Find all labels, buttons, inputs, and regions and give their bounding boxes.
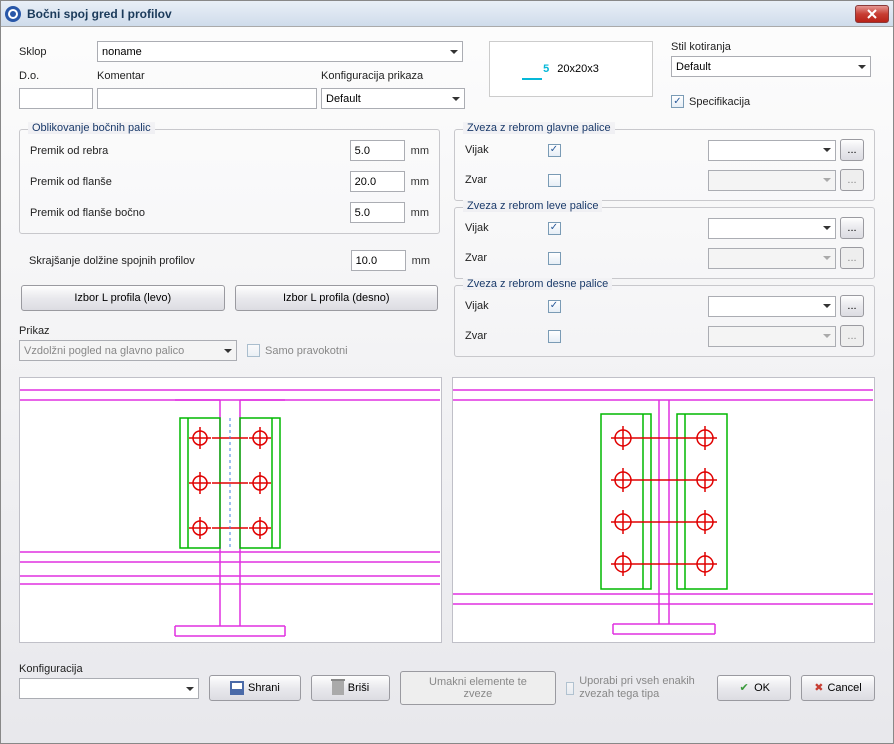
oblikovanje-legend: Oblikovanje bočnih palic <box>28 122 155 134</box>
flanse-label: Premik od flanše <box>30 176 350 188</box>
flanse-bocno-input[interactable] <box>350 202 405 223</box>
flanse-unit: mm <box>411 176 429 188</box>
chevron-down-icon <box>823 304 831 308</box>
leve-vijak-combo[interactable] <box>708 218 836 239</box>
window-title: Bočni spoj gred I profilov <box>27 7 855 21</box>
skrajsanje-input[interactable] <box>351 250 406 271</box>
trash-icon <box>332 681 344 695</box>
umakni-button: Umakni elemente te zveze <box>400 671 555 705</box>
titlebar: Bočni spoj gred I profilov <box>1 1 893 27</box>
preview-right <box>452 377 875 643</box>
leve-vijak-more[interactable]: ... <box>840 217 864 239</box>
chevron-down-icon <box>823 256 831 260</box>
desne-vijak-combo[interactable] <box>708 296 836 317</box>
oblikovanje-group: Oblikovanje bočnih palic Premik od rebra… <box>19 129 440 234</box>
stil-combo[interactable]: Default <box>671 56 871 77</box>
glavne-vijak-check[interactable] <box>548 144 561 157</box>
desne-zvar-more: ... <box>840 325 864 347</box>
specifikacija-check[interactable] <box>671 95 684 108</box>
do-input[interactable] <box>19 88 93 109</box>
profile-info: 5 20x20x3 <box>489 41 653 97</box>
sklop-label: Sklop <box>19 46 97 58</box>
prikaz-combo: Vzdolžni pogled na glavno palico <box>19 340 237 361</box>
preview-left <box>19 377 442 643</box>
sklop-combo[interactable]: noname <box>97 41 463 62</box>
glavne-zvar-more: ... <box>840 169 864 191</box>
chevron-down-icon <box>450 50 458 54</box>
leve-vijak-label: Vijak <box>465 222 533 234</box>
glavne-zvar-label: Zvar <box>465 174 533 186</box>
uporabi-label: Uporabi pri vseh enakih zvezah tega tipa <box>579 675 697 701</box>
specifikacija-label: Specifikacija <box>689 96 750 108</box>
glavne-vijak-label: Vijak <box>465 144 533 156</box>
rebra-label: Premik od rebra <box>30 145 350 157</box>
chevron-down-icon <box>823 334 831 338</box>
glavne-zvar-combo <box>708 170 836 191</box>
stil-label: Stil kotiranja <box>671 41 875 53</box>
konf-prikaza-label: Konfiguracija prikaza <box>321 70 423 82</box>
komentar-input[interactable] <box>97 88 317 109</box>
conn-leve-group: Zveza z rebrom leve palice Vijak ... Zva… <box>454 207 875 279</box>
izbor-desno-button[interactable]: Izbor L profila (desno) <box>235 285 439 311</box>
cancel-icon: ✖ <box>814 681 823 695</box>
desne-zvar-check[interactable] <box>548 330 561 343</box>
izbor-levo-button[interactable]: Izbor L profila (levo) <box>21 285 225 311</box>
chevron-down-icon <box>823 148 831 152</box>
ok-icon: ✔ <box>738 681 750 695</box>
glavne-vijak-more[interactable]: ... <box>840 139 864 161</box>
save-icon <box>230 681 244 695</box>
pravokotni-check <box>247 344 260 357</box>
flanse-bocno-label: Premik od flanše bočno <box>30 207 350 219</box>
rebra-input[interactable] <box>350 140 405 161</box>
app-icon <box>5 6 21 22</box>
conn-leve-legend: Zveza z rebrom leve palice <box>463 200 602 212</box>
profile-size: 20x20x3 <box>557 63 599 75</box>
close-button[interactable] <box>855 5 889 23</box>
conn-glavne-legend: Zveza z rebrom glavne palice <box>463 122 615 134</box>
glavne-vijak-combo[interactable] <box>708 140 836 161</box>
pravokotni-label: Samo pravokotni <box>265 345 348 357</box>
leve-vijak-check[interactable] <box>548 222 561 235</box>
konf-prikaza-value: Default <box>326 93 361 105</box>
conn-desne-group: Zveza z rebrom desne palice Vijak ... Zv… <box>454 285 875 357</box>
chevron-down-icon <box>224 349 232 353</box>
cancel-button[interactable]: ✖Cancel <box>801 675 875 701</box>
flanse-bocno-unit: mm <box>411 207 429 219</box>
chevron-down-icon <box>186 687 194 691</box>
desne-zvar-combo <box>708 326 836 347</box>
ok-button[interactable]: ✔OK <box>717 675 791 701</box>
desne-vijak-check[interactable] <box>548 300 561 313</box>
prikaz-value: Vzdolžni pogled na glavno palico <box>24 345 184 357</box>
flanse-input[interactable] <box>350 171 405 192</box>
rebra-unit: mm <box>411 145 429 157</box>
delete-button[interactable]: Briši <box>311 675 390 701</box>
conn-desne-legend: Zveza z rebrom desne palice <box>463 278 612 290</box>
chevron-down-icon <box>858 65 866 69</box>
chevron-down-icon <box>823 226 831 230</box>
desne-vijak-more[interactable]: ... <box>840 295 864 317</box>
chevron-down-icon <box>823 178 831 182</box>
glavne-zvar-check[interactable] <box>548 174 561 187</box>
skrajsanje-unit: mm <box>412 255 430 267</box>
skrajsanje-label: Skrajšanje dolžine spojnih profilov <box>29 255 351 267</box>
sklop-value: noname <box>102 46 142 58</box>
leve-zvar-combo <box>708 248 836 269</box>
konf-combo[interactable] <box>19 678 199 699</box>
leve-zvar-check[interactable] <box>548 252 561 265</box>
prikaz-label: Prikaz <box>19 325 440 337</box>
leve-zvar-label: Zvar <box>465 252 533 264</box>
profile-count: 5 <box>543 63 549 75</box>
konf-label: Konfiguracija <box>19 663 199 675</box>
stil-value: Default <box>676 61 711 73</box>
desne-zvar-label: Zvar <box>465 330 533 342</box>
save-button[interactable]: Shrani <box>209 675 301 701</box>
chevron-down-icon <box>452 97 460 101</box>
leve-zvar-more: ... <box>840 247 864 269</box>
konf-prikaza-combo[interactable]: Default <box>321 88 465 109</box>
desne-vijak-label: Vijak <box>465 300 533 312</box>
conn-glavne-group: Zveza z rebrom glavne palice Vijak ... Z… <box>454 129 875 201</box>
uporabi-check <box>566 682 575 695</box>
do-label: D.o. <box>19 70 97 82</box>
komentar-label: Komentar <box>97 70 321 82</box>
